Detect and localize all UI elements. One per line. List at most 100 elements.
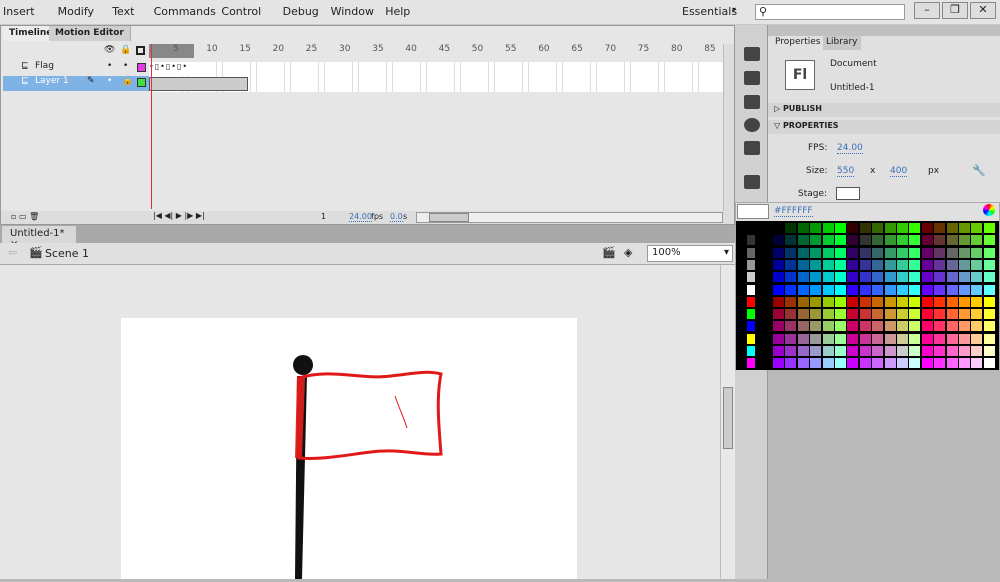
swatch[interactable]: [810, 247, 822, 258]
stage[interactable]: [121, 318, 577, 579]
layer-flag[interactable]: ⊑ Flag • •: [5, 61, 149, 76]
swatch[interactable]: [934, 259, 946, 270]
search-input[interactable]: ⚲: [755, 4, 905, 20]
swatch[interactable]: [859, 333, 871, 344]
swatch[interactable]: [747, 259, 755, 270]
menu-text[interactable]: Text: [112, 5, 134, 18]
swatch[interactable]: [810, 272, 822, 283]
swatch[interactable]: [921, 247, 933, 258]
swatch[interactable]: [785, 333, 797, 344]
swatch[interactable]: [921, 223, 933, 233]
swatch[interactable]: [872, 333, 884, 344]
swatch[interactable]: [921, 321, 933, 332]
swatch[interactable]: [859, 272, 871, 283]
swatch[interactable]: [747, 309, 755, 320]
swatch[interactable]: [909, 296, 921, 307]
swatch[interactable]: [946, 296, 958, 307]
swatch[interactable]: [822, 235, 834, 246]
swatch[interactable]: [884, 333, 896, 344]
swatch[interactable]: [785, 346, 797, 356]
swatch[interactable]: [983, 333, 995, 344]
timeline-vscroll[interactable]: [723, 44, 734, 211]
onion-skin-range[interactable]: [149, 44, 194, 58]
swatch[interactable]: [983, 296, 995, 307]
swatch[interactable]: [847, 296, 859, 307]
swatch[interactable]: [983, 272, 995, 283]
swatch[interactable]: [909, 346, 921, 356]
swatch[interactable]: [797, 358, 809, 369]
menu-insert[interactable]: Insert: [3, 5, 35, 18]
swatch[interactable]: [835, 247, 846, 258]
swatch[interactable]: [797, 247, 809, 258]
swatch[interactable]: [773, 272, 784, 283]
swatch[interactable]: [785, 309, 797, 320]
swatch[interactable]: [810, 321, 822, 332]
swatch[interactable]: [909, 321, 921, 332]
swatch[interactable]: [897, 358, 908, 369]
swatch[interactable]: [934, 235, 946, 246]
swatch[interactable]: [934, 247, 946, 258]
swatch[interactable]: [847, 333, 859, 344]
swatch[interactable]: [959, 321, 970, 332]
playhead[interactable]: [151, 44, 152, 209]
swatch[interactable]: [810, 346, 822, 356]
swatch[interactable]: [946, 309, 958, 320]
color-icon[interactable]: [744, 47, 760, 61]
info-icon[interactable]: [744, 118, 760, 132]
swatch[interactable]: [946, 346, 958, 356]
height-value[interactable]: 400: [890, 166, 908, 177]
swatch[interactable]: [959, 296, 970, 307]
swatch[interactable]: [959, 247, 970, 258]
swatch[interactable]: [872, 259, 884, 270]
swatch[interactable]: [747, 346, 755, 356]
close-button[interactable]: ✕: [970, 2, 996, 19]
swatch[interactable]: [859, 284, 871, 295]
swatch[interactable]: [773, 259, 784, 270]
swatch[interactable]: [785, 259, 797, 270]
new-layer-icon[interactable]: ▫ ▭ 🗑: [11, 212, 39, 221]
timeline-hscroll[interactable]: [416, 212, 723, 223]
swatch[interactable]: [934, 346, 946, 356]
swatch[interactable]: [835, 296, 846, 307]
layer-color[interactable]: [137, 63, 146, 72]
swatch[interactable]: [835, 272, 846, 283]
edit-symbol-icon[interactable]: ◈: [624, 246, 632, 259]
swatch[interactable]: [859, 309, 871, 320]
layer-color[interactable]: [137, 78, 146, 87]
swatch[interactable]: [847, 259, 859, 270]
swatch[interactable]: [822, 358, 834, 369]
swatch[interactable]: [773, 321, 784, 332]
swatch[interactable]: [983, 309, 995, 320]
swatch[interactable]: [797, 321, 809, 332]
swatch[interactable]: [847, 346, 859, 356]
swatch[interactable]: [872, 235, 884, 246]
elapsed-time[interactable]: 0.0: [390, 212, 403, 222]
swatch[interactable]: [983, 321, 995, 332]
edit-scene-icon[interactable]: 🎬: [602, 246, 616, 259]
swatch[interactable]: [971, 309, 983, 320]
swatch[interactable]: [810, 296, 822, 307]
tab-motion-editor[interactable]: Motion Editor: [49, 26, 131, 41]
swatch[interactable]: [971, 346, 983, 356]
swatch[interactable]: [835, 284, 846, 295]
swatch[interactable]: [909, 358, 921, 369]
swatch[interactable]: [810, 223, 822, 233]
swatch[interactable]: [747, 272, 755, 283]
swatch[interactable]: [859, 321, 871, 332]
swatch[interactable]: [897, 296, 908, 307]
menu-modify[interactable]: Modify: [58, 5, 94, 18]
swatch[interactable]: [872, 358, 884, 369]
swatch[interactable]: [897, 333, 908, 344]
swatch[interactable]: [983, 358, 995, 369]
swatch[interactable]: [797, 235, 809, 246]
swatch[interactable]: [934, 321, 946, 332]
swatch[interactable]: [921, 346, 933, 356]
color-wheel-icon[interactable]: [983, 204, 995, 216]
swatch[interactable]: [797, 259, 809, 270]
swatch[interactable]: [946, 358, 958, 369]
swatch[interactable]: [747, 296, 755, 307]
scene-label[interactable]: Scene 1: [45, 247, 89, 260]
swatch[interactable]: [822, 259, 834, 270]
swatch[interactable]: [835, 235, 846, 246]
swatch[interactable]: [747, 235, 755, 246]
